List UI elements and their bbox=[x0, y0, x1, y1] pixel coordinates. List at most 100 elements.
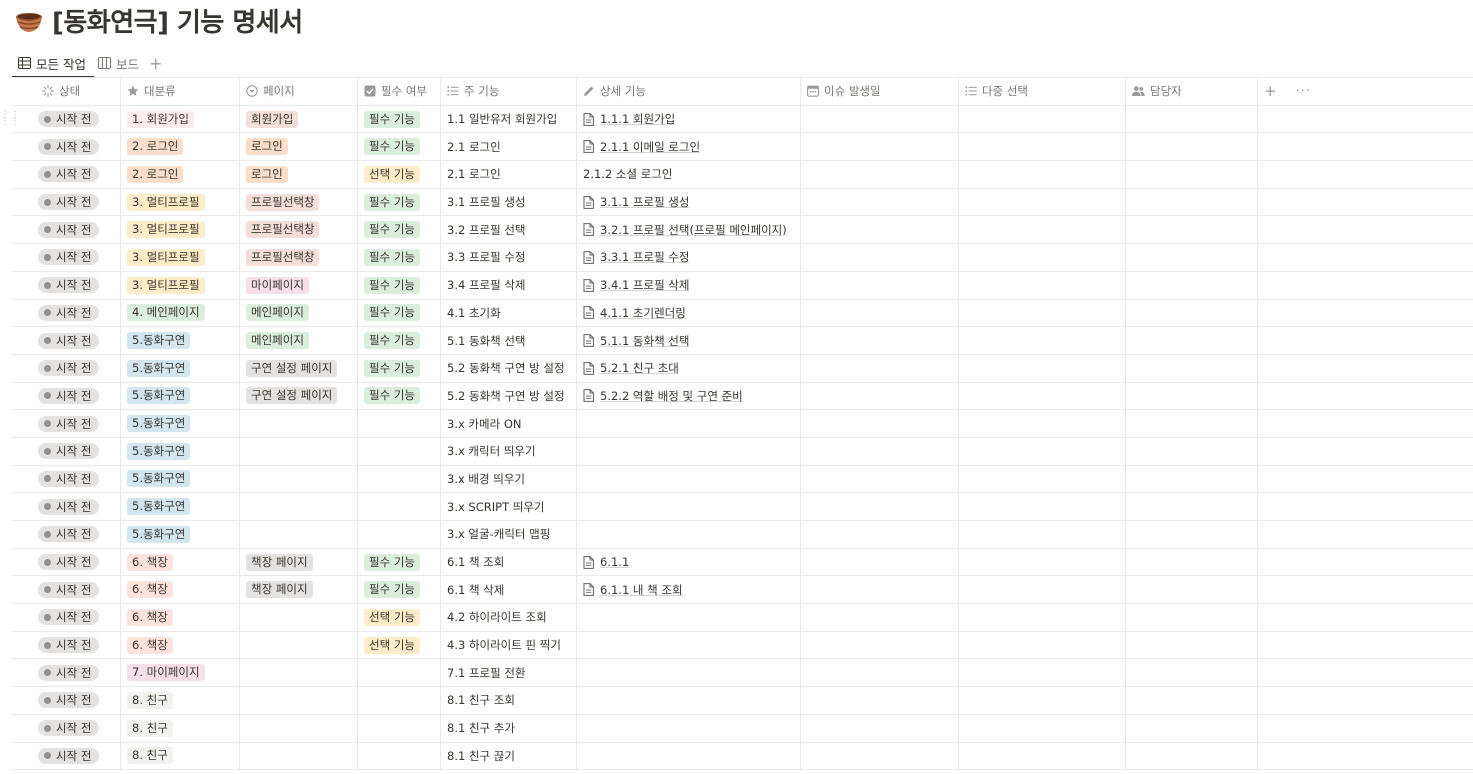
table-row[interactable]: 시작 전 1. 회원가입 회원가입 필수 기능 1.1 일반유저 회원가입 1.1.1 회… bbox=[12, 105, 1473, 134]
main-feature-cell[interactable]: 3.4 프로필 삭제 bbox=[441, 271, 577, 299]
issue-date-cell[interactable] bbox=[801, 188, 959, 216]
page-cell[interactable] bbox=[240, 687, 358, 714]
main-feature-cell[interactable]: 7.1 프로필 전환 bbox=[441, 659, 577, 687]
required-cell[interactable]: 필수 기능 bbox=[358, 271, 441, 299]
table-row[interactable]: 시작 전 6. 책장 책장 페이지 필수 기능 6.1 책 조회 6.1.1 bbox=[12, 548, 1473, 577]
category-cell[interactable]: 8. 친구 bbox=[121, 687, 240, 714]
multi-select-cell[interactable] bbox=[959, 604, 1126, 631]
assignee-cell[interactable] bbox=[1126, 521, 1258, 548]
status-cell[interactable]: 시작 전 bbox=[12, 714, 121, 742]
detail-feature-link[interactable]: 2.1.2 소셜 로그인 bbox=[583, 166, 672, 182]
status-cell[interactable]: 시작 전 bbox=[12, 188, 121, 216]
required-cell[interactable]: 선택 기능 bbox=[358, 161, 441, 188]
multi-select-cell[interactable] bbox=[959, 742, 1126, 770]
assignee-cell[interactable] bbox=[1126, 105, 1258, 133]
table-row[interactable]: 시작 전 3. 멀티프로필 프로필선택창 필수 기능 3.1 프로필 생성 3.1.1 프… bbox=[12, 188, 1473, 217]
required-cell[interactable] bbox=[358, 659, 441, 687]
column-header-required[interactable]: 필수 여부 bbox=[358, 78, 441, 105]
table-row[interactable]: 시작 전 5.동화구연 메인페이지 필수 기능 5.1 동화책 선택 5.1.1 동화책 … bbox=[12, 327, 1473, 355]
assignee-cell[interactable] bbox=[1126, 631, 1258, 659]
status-cell[interactable]: 시작 전 bbox=[12, 521, 121, 548]
add-property-button[interactable]: + bbox=[1264, 82, 1277, 100]
detail-feature-cell[interactable]: 3.1.1 프로필 생성 bbox=[577, 188, 801, 216]
detail-feature-cell[interactable]: 6.1.1 내 책 조회 bbox=[577, 576, 801, 604]
main-feature-cell[interactable]: 8.1 친구 조회 bbox=[441, 687, 577, 714]
required-cell[interactable]: 필수 기능 bbox=[358, 105, 441, 133]
category-cell[interactable]: 5.동화구연 bbox=[121, 465, 240, 493]
tab-all-tasks[interactable]: 모든 작업 bbox=[12, 51, 94, 78]
required-cell[interactable] bbox=[358, 437, 441, 465]
required-cell[interactable] bbox=[358, 742, 441, 770]
detail-feature-link[interactable]: 5.2.2 역할 배정 및 구연 준비 bbox=[583, 388, 743, 404]
category-cell[interactable]: 1. 회원가입 bbox=[121, 105, 240, 133]
main-feature-cell[interactable]: 3.x 카메라 ON bbox=[441, 410, 577, 437]
category-cell[interactable]: 5.동화구연 bbox=[121, 410, 240, 437]
multi-select-cell[interactable] bbox=[959, 631, 1126, 659]
multi-select-cell[interactable] bbox=[959, 161, 1126, 188]
assignee-cell[interactable] bbox=[1126, 161, 1258, 188]
assignee-cell[interactable] bbox=[1126, 382, 1258, 410]
multi-select-cell[interactable] bbox=[959, 244, 1126, 271]
category-cell[interactable]: 8. 친구 bbox=[121, 742, 240, 770]
multi-select-cell[interactable] bbox=[959, 465, 1126, 493]
required-cell[interactable] bbox=[358, 714, 441, 742]
table-row[interactable]: 시작 전 7. 마이페이지 7.1 프로필 전환 bbox=[12, 659, 1473, 688]
detail-feature-cell[interactable] bbox=[577, 714, 801, 742]
status-cell[interactable]: 시작 전 bbox=[12, 271, 121, 299]
main-feature-cell[interactable]: 5.1 동화책 선택 bbox=[441, 327, 577, 354]
table-row[interactable]: 시작 전 5.동화구연 3.x SCRIPT 띄우기 bbox=[12, 493, 1473, 521]
page-cell[interactable] bbox=[240, 465, 358, 493]
detail-feature-cell[interactable] bbox=[577, 659, 801, 687]
main-feature-cell[interactable]: 6.1 책 조회 bbox=[441, 548, 577, 576]
required-cell[interactable]: 선택 기능 bbox=[358, 631, 441, 659]
category-cell[interactable]: 5.동화구연 bbox=[121, 327, 240, 354]
column-header-issue-date[interactable]: 이슈 발생일 bbox=[801, 78, 959, 105]
issue-date-cell[interactable] bbox=[801, 161, 959, 188]
table-row[interactable]: 시작 전 6. 책장 선택 기능 4.2 하이라이트 조회 bbox=[12, 604, 1473, 632]
issue-date-cell[interactable] bbox=[801, 327, 959, 354]
issue-date-cell[interactable] bbox=[801, 604, 959, 631]
category-cell[interactable]: 3. 멀티프로필 bbox=[121, 216, 240, 244]
detail-feature-cell[interactable]: 5.2.2 역할 배정 및 구연 준비 bbox=[577, 382, 801, 410]
category-cell[interactable]: 5.동화구연 bbox=[121, 437, 240, 465]
detail-feature-link[interactable]: 3.4.1 프로필 삭제 bbox=[583, 277, 689, 293]
page-cell[interactable] bbox=[240, 521, 358, 548]
main-feature-cell[interactable]: 4.2 하이라이트 조회 bbox=[441, 604, 577, 631]
main-feature-cell[interactable]: 3.2 프로필 선택 bbox=[441, 216, 577, 244]
status-cell[interactable]: 시작 전 bbox=[12, 576, 121, 604]
category-cell[interactable]: 6. 책장 bbox=[121, 604, 240, 631]
detail-feature-link[interactable]: 1.1.1 회원가입 bbox=[583, 111, 675, 127]
page-cell[interactable] bbox=[240, 437, 358, 465]
issue-date-cell[interactable] bbox=[801, 576, 959, 604]
main-feature-cell[interactable]: 5.2 동화책 구연 방 설정 bbox=[441, 382, 577, 410]
assignee-cell[interactable] bbox=[1126, 493, 1258, 520]
table-row[interactable]: 시작 전 6. 책장 책장 페이지 필수 기능 6.1 책 삭제 6.1.1 내 책 조회 bbox=[12, 576, 1473, 605]
status-cell[interactable]: 시작 전 bbox=[12, 548, 121, 576]
issue-date-cell[interactable] bbox=[801, 437, 959, 465]
multi-select-cell[interactable] bbox=[959, 548, 1126, 576]
required-cell[interactable]: 필수 기능 bbox=[358, 244, 441, 271]
detail-feature-cell[interactable]: 6.1.1 bbox=[577, 548, 801, 576]
detail-feature-link[interactable]: 6.1.1 내 책 조회 bbox=[583, 582, 683, 598]
issue-date-cell[interactable] bbox=[801, 548, 959, 576]
multi-select-cell[interactable] bbox=[959, 188, 1126, 216]
assignee-cell[interactable] bbox=[1126, 659, 1258, 687]
detail-feature-cell[interactable]: 4.1.1 초기렌더링 bbox=[577, 299, 801, 327]
tab-board[interactable]: 보드 bbox=[92, 51, 145, 75]
detail-feature-link[interactable]: 6.1.1 bbox=[583, 555, 629, 569]
detail-feature-cell[interactable]: 1.1.1 회원가입 bbox=[577, 105, 801, 133]
column-header-status[interactable]: 상태 bbox=[12, 78, 121, 105]
multi-select-cell[interactable] bbox=[959, 299, 1126, 327]
detail-feature-cell[interactable]: 2.1.1 이메일 로그인 bbox=[577, 133, 801, 161]
page-cell[interactable] bbox=[240, 493, 358, 520]
assignee-cell[interactable] bbox=[1126, 687, 1258, 714]
page-cell[interactable]: 구연 설정 페이지 bbox=[240, 382, 358, 410]
category-cell[interactable]: 8. 친구 bbox=[121, 714, 240, 742]
status-cell[interactable]: 시작 전 bbox=[12, 437, 121, 465]
page-cell[interactable] bbox=[240, 714, 358, 742]
table-row[interactable]: 시작 전 3. 멀티프로필 프로필선택창 필수 기능 3.3 프로필 수정 3.3.1 프… bbox=[12, 244, 1473, 272]
required-cell[interactable]: 필수 기능 bbox=[358, 299, 441, 327]
page-cell[interactable]: 프로필선택창 bbox=[240, 188, 358, 216]
page-cell[interactable] bbox=[240, 604, 358, 631]
issue-date-cell[interactable] bbox=[801, 714, 959, 742]
